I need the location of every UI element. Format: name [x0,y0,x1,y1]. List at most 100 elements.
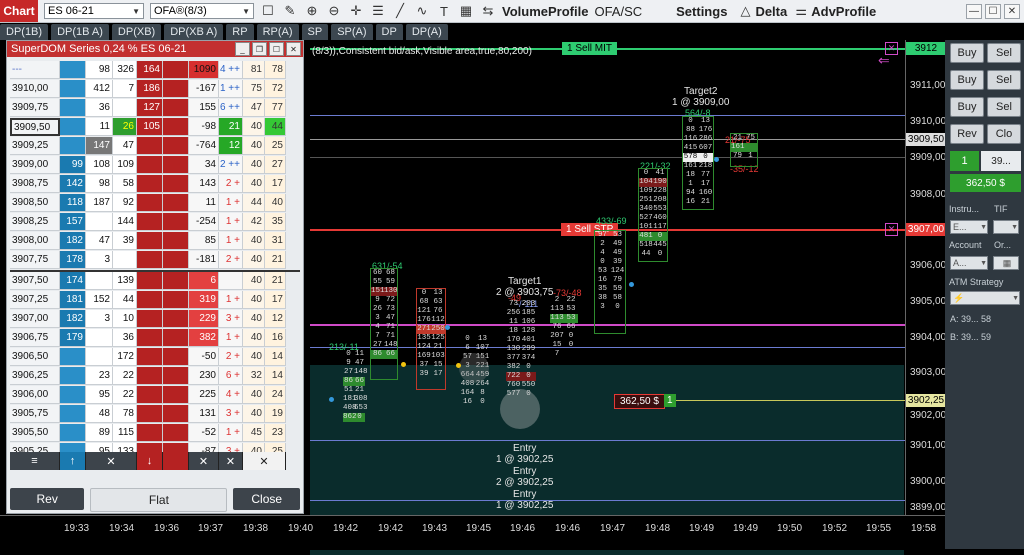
row-price[interactable]: 3907,75 [10,251,60,269]
volume-profile-button[interactable]: VolumeProfile [502,4,588,19]
position-pnl-flag[interactable]: 362,50 $ [614,394,665,409]
ofa-sc-button[interactable]: OFA/SC [594,4,642,19]
dom-row[interactable]: 3909,50 11 26 105 -98 21 40 44 [10,118,300,137]
ask-size[interactable] [137,194,163,212]
tab-dp-1b[interactable]: DP(1B) [0,24,49,40]
dom-row[interactable]: 3909,25 147 47 -764 12 40 25 [10,137,300,156]
adv-profile-button[interactable]: AdvProfile [811,4,876,19]
bid-size[interactable] [60,405,86,423]
cancel-all-icon[interactable]: ✕ [219,452,243,470]
tab-dp-1b-a[interactable]: DP(1B A) [51,24,109,40]
ask-size[interactable]: 164 [137,61,163,79]
row-price[interactable]: 3908,50 [10,194,60,212]
bid-size[interactable]: 157 [60,213,86,231]
sell-button[interactable]: Sel [987,70,1021,90]
row-price[interactable]: 3906,75 [10,329,60,347]
superdom-window[interactable]: SuperDOM Series 0,24 % ES 06-21 _ ❐ ☐ ✕ … [6,40,304,514]
grid-icon[interactable]: ▦ [458,3,474,19]
maximize-button[interactable]: ☐ [269,42,284,56]
bid-size[interactable]: 181 [60,291,86,309]
tab-rp[interactable]: RP [226,24,254,40]
delta-button[interactable]: Delta [755,4,787,19]
instrument-select[interactable]: E... ▼ [950,220,988,234]
tab-dp-xb-a[interactable]: DP(XB A) [164,24,224,40]
dom-row[interactable]: 3906,25 23 22 230 6 +32 14 [10,367,300,386]
row-price[interactable]: 3905,50 [10,424,60,442]
dom-row[interactable]: 3908,25 157 144 -254 1 +42 35 [10,213,300,232]
bid-size[interactable] [60,348,86,366]
dom-row[interactable]: --- 98 326 164 1090 4 ++ 81 78 [10,61,300,80]
row-price[interactable]: 3910,00 [10,80,60,98]
bid-size[interactable]: 178 [60,251,86,269]
wave-icon[interactable]: ∿ [414,3,430,19]
bid-size[interactable]: 182 [60,232,86,250]
sell-button[interactable]: Sel [987,97,1021,117]
maximize-button[interactable]: ☐ [985,3,1001,19]
instrument-select[interactable]: ES 06-21 ▼ [44,3,144,19]
row-price[interactable]: 3909,50 [10,118,60,136]
ask-size[interactable] [137,232,163,250]
dom-row[interactable]: 3909,00 99 108 109 34 2 ++ 40 27 [10,156,300,175]
bid-size[interactable] [60,367,86,385]
restore-button[interactable]: ❐ [252,42,267,56]
bid-size[interactable] [60,386,86,404]
bid-size[interactable]: 179 [60,329,86,347]
dom-row[interactable]: 3905,75 48 78 131 3 +40 19 [10,405,300,424]
row-price[interactable]: 3908,25 [10,213,60,231]
row-price[interactable]: 3909,00 [10,156,60,174]
drawing-tool-icon[interactable]: ╱ [392,3,408,19]
dom-row[interactable]: 3908,00 182 47 39 85 1 +40 31 [10,232,300,251]
atm-strategy-select[interactable]: ⚡ ▼ [950,291,1020,305]
tab-rp-a[interactable]: RP(A) [256,24,299,40]
cancel-orders-icon[interactable]: ✕ [243,452,286,470]
dom-row[interactable]: 3910,00 412 7 186 -167 1 ++ 75 72 [10,80,300,99]
dom-row[interactable]: 3906,50 172 -50 2 +40 14 [10,348,300,367]
dom-row[interactable]: 3907,75 178 3 -181 2 +40 21 [10,251,300,270]
bid-size[interactable]: 99 [60,156,86,174]
row-price[interactable]: 3907,25 [10,291,60,309]
price-axis[interactable]: 3912 3911,00 3910,00 3909,50 3909,00 390… [905,40,946,515]
menu-icon[interactable]: ≡ [10,452,60,470]
ask-size[interactable] [137,424,163,442]
minimize-button[interactable]: — [966,3,982,19]
tif-select[interactable]: ▼ [993,220,1019,234]
row-price[interactable]: 3906,25 [10,367,60,385]
sell-button[interactable]: Sel [987,43,1021,63]
buy-button[interactable]: Buy [950,97,984,117]
list-icon[interactable]: ☰ [370,3,386,19]
bid-size[interactable] [60,99,86,117]
buy-button[interactable]: Buy [950,70,984,90]
ask-size[interactable] [137,386,163,404]
bid-size[interactable] [60,80,86,98]
superdom-titlebar[interactable]: SuperDOM Series 0,24 % ES 06-21 _ ❐ ☐ ✕ [7,41,303,57]
dom-row[interactable]: 3905,50 89 115 -52 1 +45 23 [10,424,300,443]
ask-size[interactable] [137,251,163,269]
row-price[interactable]: --- [10,61,60,79]
rev-button[interactable]: Rev [10,488,85,510]
bid-size[interactable] [60,118,86,136]
reverse-button[interactable]: Rev [950,124,984,144]
bid-size[interactable] [60,61,86,79]
ask-size[interactable] [137,137,163,155]
bid-size[interactable]: 174 [60,272,86,290]
position-qty-flag[interactable]: 1 [664,394,676,407]
account-select[interactable]: A... ▼ [950,256,988,270]
row-price[interactable]: 3909,25 [10,137,60,155]
dom-row[interactable]: 3906,00 95 22 225 4 +40 24 [10,386,300,405]
tab-dp-xb[interactable]: DP(XB) [111,24,162,40]
ask-size[interactable]: 127 [137,99,163,117]
sliders-icon[interactable]: ⇆ [480,3,496,19]
settings-button[interactable]: Settings [676,4,727,19]
ask-size[interactable] [137,291,163,309]
dom-row[interactable]: 3907,00 182 3 10 229 3 +40 12 [10,310,300,329]
text-tool-icon[interactable]: T [436,3,452,19]
zoom-out-icon[interactable]: ⊖ [326,3,342,19]
flat-button[interactable]: Flat [90,488,228,512]
ask-size[interactable]: 186 [137,80,163,98]
row-price[interactable]: 3906,00 [10,386,60,404]
close-position-button[interactable]: Close [233,488,300,510]
ask-size[interactable] [137,348,163,366]
dom-row[interactable]: 3907,25 181 152 44 319 1 +40 17 [10,291,300,310]
calculator-icon[interactable]: ▦ [993,256,1019,270]
row-price[interactable]: 3908,00 [10,232,60,250]
